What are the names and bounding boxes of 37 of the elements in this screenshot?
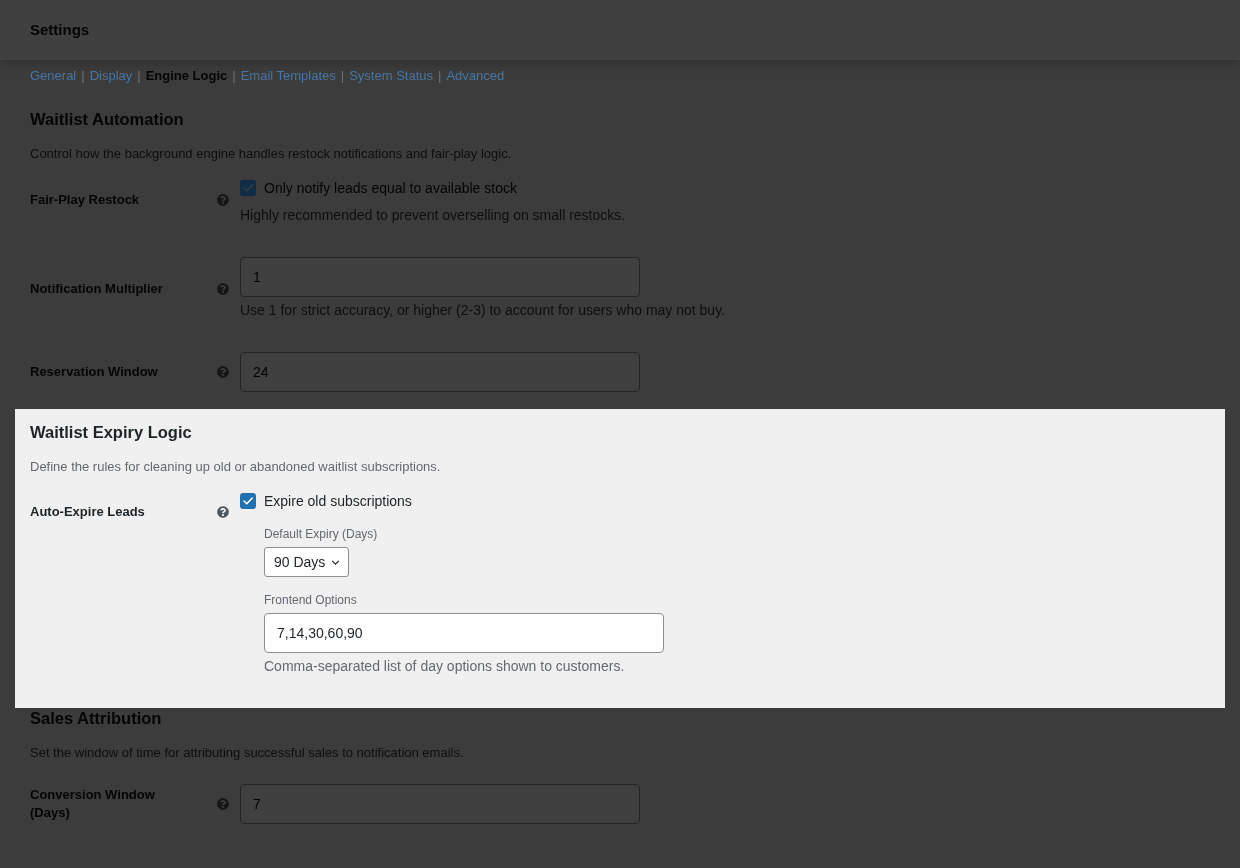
nav-link[interactable]: Email Templates — [240, 67, 336, 85]
field-sublabel: Default Expiry (Days) — [264, 526, 379, 542]
dropdown-select[interactable]: 90 Days — [264, 547, 349, 577]
nav-separator: | — [438, 67, 442, 85]
field-sublabel: Frontend Options — [264, 592, 358, 608]
text-input[interactable]: 24 — [240, 352, 640, 392]
section-description: Define the rules for cleaning up old or abandoned waitlist subscriptions. — [30, 458, 442, 476]
help-icon — [217, 194, 229, 206]
nav-separator: | — [137, 67, 141, 85]
field-label: Conversion Window (Days) — [30, 786, 156, 822]
page-title: Settings — [30, 19, 90, 40]
checkbox[interactable] — [240, 180, 256, 196]
chevron-down-icon — [331, 559, 340, 565]
help-icon — [217, 798, 229, 810]
section-title: Waitlist Automation — [30, 109, 185, 129]
nav-link[interactable]: General — [30, 67, 77, 85]
nav-separator: | — [232, 67, 236, 85]
check-icon — [243, 184, 253, 192]
nav-separator: | — [340, 67, 345, 85]
nav-link[interactable]: Advanced — [446, 67, 505, 85]
nav-link[interactable]: Display — [89, 67, 133, 85]
help-icon — [217, 366, 229, 378]
section-title: Waitlist Expiry Logic — [30, 422, 193, 442]
field-label: Fair-Play Restock — [30, 191, 141, 209]
field-description: Comma-separated list of day options shown to customers. — [264, 657, 626, 676]
checkbox[interactable] — [240, 493, 256, 509]
text-input[interactable]: 7 — [240, 784, 640, 824]
field-label: Reservation Window — [30, 363, 159, 381]
help-icon — [217, 282, 229, 295]
check-icon — [243, 497, 253, 505]
field-label: Auto-Expire Leads — [30, 503, 146, 521]
text-input[interactable]: 1 — [240, 257, 640, 297]
nav-link[interactable]: System Status — [349, 67, 433, 85]
checkbox-label: Expire old subscriptions — [264, 492, 412, 511]
help-icon — [217, 506, 229, 518]
nav-separator: | — [81, 67, 85, 85]
text-input[interactable]: 7,14,30,60,90 — [264, 613, 664, 653]
